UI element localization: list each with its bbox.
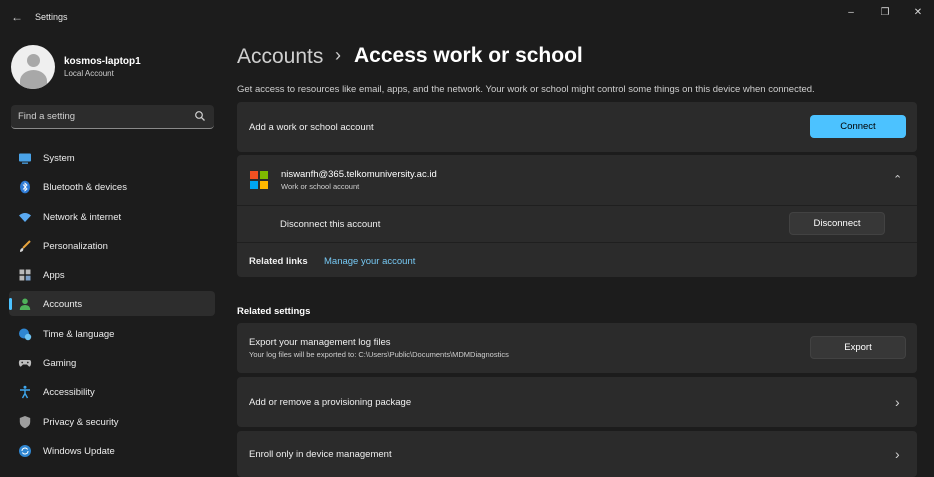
enroll-device-management-row[interactable]: Enroll only in device management › [237, 431, 917, 477]
logo-square-green [260, 171, 268, 179]
export-logs-card: Export your management log files Your lo… [237, 323, 917, 373]
search-input[interactable] [18, 108, 188, 124]
sidebar-item-label: Time & language [43, 328, 115, 340]
sidebar-item-label: System [43, 153, 75, 164]
globe-clock-icon [19, 328, 32, 340]
update-icon [19, 444, 31, 457]
sidebar-item-label: Accounts [43, 299, 83, 311]
sidebar-item-label: Privacy & security [43, 416, 119, 428]
wifi-icon [19, 212, 31, 222]
system-icon [19, 153, 31, 164]
export-logs-path: Your log files will be exported to: C:\U… [249, 350, 509, 359]
sidebar-item-label: Apps [43, 270, 65, 282]
microsoft-logo-icon [250, 171, 268, 189]
account-card: niswanfh@365.telkomuniversity.ac.id Work… [237, 155, 917, 277]
accessibility-icon [20, 386, 30, 399]
export-button[interactable]: Export [810, 336, 906, 359]
close-button[interactable]: ✕ [903, 4, 933, 22]
person-icon [19, 298, 31, 311]
account-type: Work or school account [281, 182, 360, 191]
user-account-type: Local Account [64, 69, 114, 78]
enroll-device-management-label: Enroll only in device management [249, 449, 392, 460]
bluetooth-icon [20, 180, 30, 194]
breadcrumb-accounts[interactable]: Accounts [237, 45, 323, 69]
gamepad-icon [18, 360, 32, 367]
brush-icon [20, 240, 31, 252]
sidebar-item-system[interactable]: System [9, 145, 215, 170]
avatar[interactable] [11, 45, 55, 89]
divider [237, 242, 917, 243]
sidebar-item-label: Bluetooth & devices [43, 182, 127, 194]
back-arrow-icon[interactable]: ← [9, 9, 25, 25]
user-name: kosmos-laptop1 [64, 56, 141, 67]
sidebar-item-accessibility[interactable]: Accessibility [9, 379, 215, 404]
shield-icon [19, 415, 31, 428]
sidebar-item-bluetooth[interactable]: Bluetooth & devices [9, 174, 215, 199]
export-logs-label: Export your management log files [249, 337, 391, 348]
sidebar-item-label: Personalization [43, 240, 108, 252]
sidebar-item-gaming[interactable]: Gaming [9, 350, 215, 375]
connect-button[interactable]: Connect [810, 115, 906, 138]
sidebar-item-personalization[interactable]: Personalization [9, 233, 215, 258]
sidebar-item-apps[interactable]: Apps [9, 262, 215, 287]
related-settings-title: Related settings [237, 306, 311, 317]
chevron-right-icon: › [895, 394, 900, 410]
breadcrumb-separator: › [335, 45, 341, 65]
sidebar-item-network[interactable]: Network & internet [9, 204, 215, 229]
sidebar-nav: System Bluetooth & devices Network & int… [9, 145, 215, 467]
add-account-card: Add a work or school account Connect [237, 102, 917, 152]
manage-account-link[interactable]: Manage your account [324, 256, 415, 267]
sidebar-item-label: Accessibility [43, 387, 95, 399]
add-account-label: Add a work or school account [249, 122, 374, 133]
search-icon[interactable] [194, 110, 206, 122]
sidebar-item-accounts[interactable]: Accounts [9, 291, 215, 317]
disconnect-label: Disconnect this account [280, 219, 381, 230]
account-email: niswanfh@365.telkomuniversity.ac.id [281, 169, 437, 180]
app-title: Settings [35, 12, 68, 22]
logo-square-yellow [260, 181, 268, 189]
disconnect-button[interactable]: Disconnect [789, 212, 885, 235]
sidebar: kosmos-laptop1 Local Account System Blue… [0, 36, 226, 474]
page-title: Access work or school [354, 44, 583, 67]
chevron-up-icon[interactable]: ⌃ [893, 173, 902, 186]
chevron-right-icon: › [895, 446, 900, 462]
page-description: Get access to resources like email, apps… [237, 84, 815, 95]
sidebar-item-privacy[interactable]: Privacy & security [9, 409, 215, 434]
divider [237, 205, 917, 206]
title-bar: ← Settings – ❐ ✕ [0, 0, 934, 36]
sidebar-item-label: Network & internet [43, 211, 122, 223]
logo-square-blue [250, 181, 258, 189]
avatar-body [20, 70, 47, 89]
provisioning-package-label: Add or remove a provisioning package [249, 397, 412, 408]
sidebar-item-windows-update[interactable]: Windows Update [9, 438, 215, 463]
sidebar-item-time-language[interactable]: Time & language [9, 321, 215, 346]
related-links-label: Related links [249, 256, 308, 267]
avatar-head [27, 54, 40, 67]
apps-icon [19, 269, 31, 281]
main-content: Accounts › Access work or school Get acc… [226, 36, 934, 477]
sidebar-item-label: Windows Update [43, 445, 115, 457]
logo-square-red [250, 171, 258, 179]
sidebar-item-label: Gaming [43, 358, 77, 370]
provisioning-package-row[interactable]: Add or remove a provisioning package › [237, 377, 917, 427]
minimize-button[interactable]: – [836, 4, 866, 22]
maximize-button[interactable]: ❐ [870, 4, 900, 22]
search-box[interactable] [11, 105, 214, 129]
